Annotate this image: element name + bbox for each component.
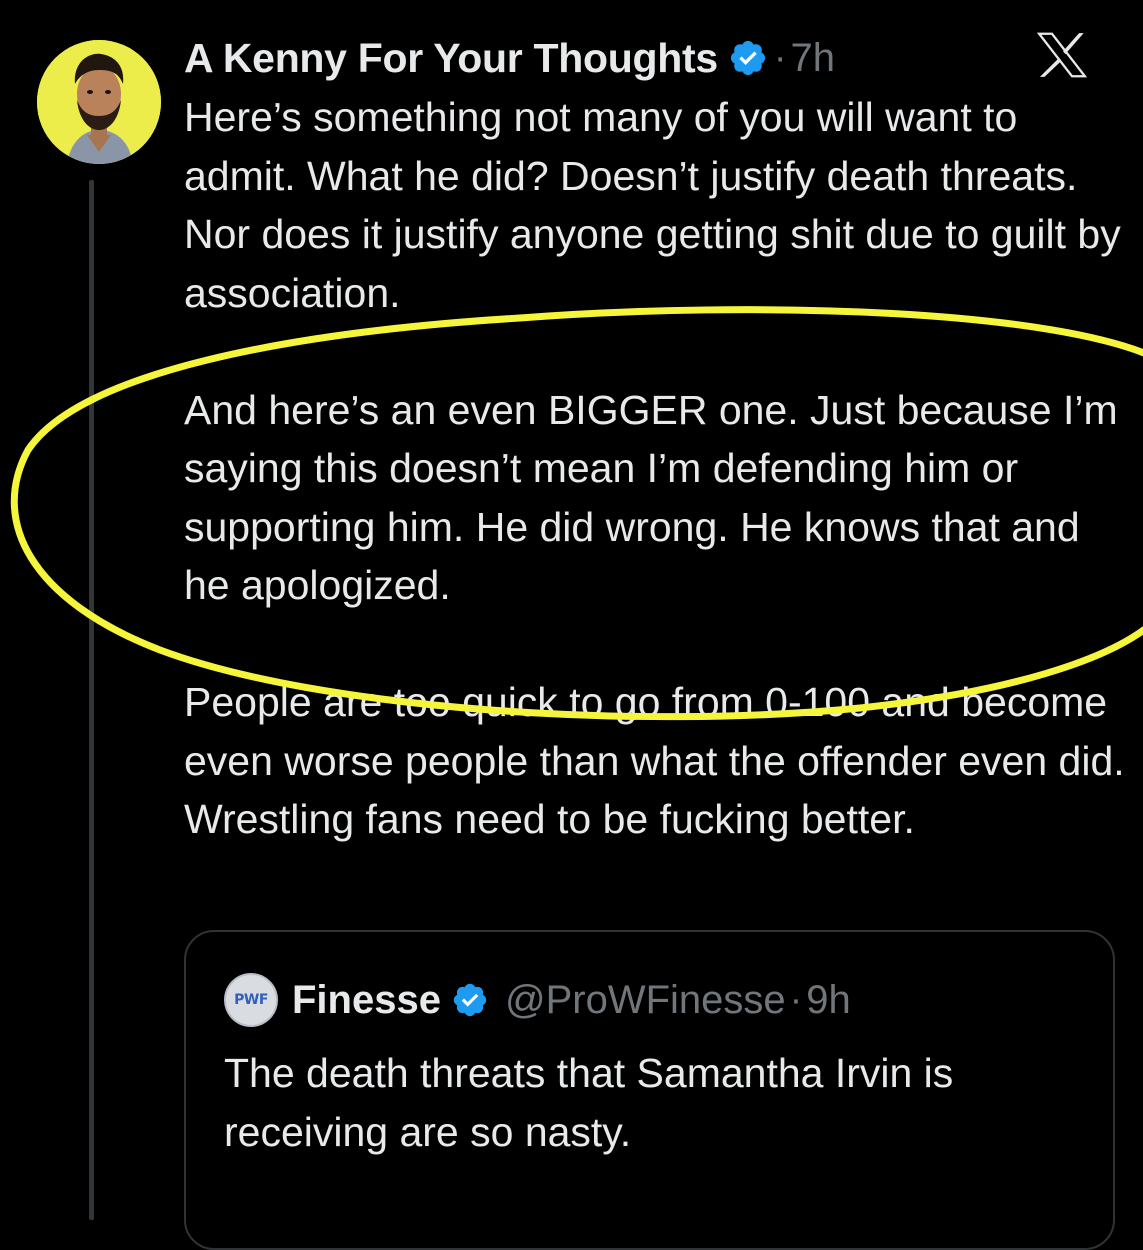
quoted-tweet-timestamp[interactable]: 9h <box>806 978 851 1023</box>
tweet-paragraph-3: People are too quick to go from 0-100 an… <box>184 679 1137 842</box>
x-logo-icon[interactable] <box>1036 32 1088 78</box>
tweet-paragraph-1: Here’s something not many of you will wa… <box>184 94 1133 316</box>
separator-dot: · <box>789 978 803 1021</box>
avatar-portrait-icon <box>37 40 161 164</box>
quoted-tweet-text: The death threats that Samantha Irvin is… <box>224 1050 954 1155</box>
tweet-header: A Kenny For Your Thoughts · 7h <box>184 28 835 88</box>
quoted-tweet-header: PWF Finesse @ProWFinesse · 9h <box>224 972 851 1028</box>
verified-badge-icon <box>451 981 489 1019</box>
author-avatar[interactable] <box>37 40 161 164</box>
quoted-tweet-card[interactable]: PWF Finesse @ProWFinesse · 9h The death … <box>184 930 1115 1250</box>
quoted-author-name[interactable]: Finesse <box>292 978 441 1023</box>
tweet-timestamp[interactable]: 7h <box>791 36 836 81</box>
quoted-author-handle[interactable]: @ProWFinesse <box>505 978 786 1023</box>
verified-badge-icon[interactable] <box>728 38 768 78</box>
quoted-author-avatar[interactable]: PWF <box>224 973 278 1027</box>
tweet-text: Here’s something not many of you will wa… <box>184 88 1134 849</box>
tweet-paragraph-2: And here’s an even BIGGER one. Just beca… <box>184 386 1130 609</box>
author-name[interactable]: A Kenny For Your Thoughts <box>184 35 718 82</box>
separator-dot: · <box>773 36 787 79</box>
thread-connector-line <box>89 180 94 1220</box>
